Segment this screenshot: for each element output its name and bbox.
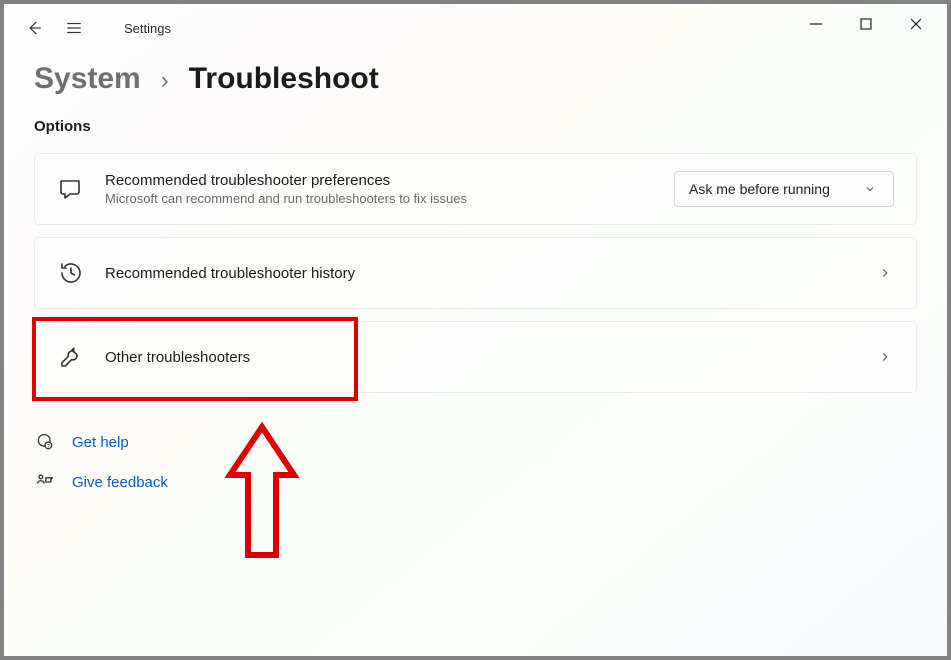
page-title: Troubleshoot xyxy=(189,62,379,96)
hamburger-icon[interactable] xyxy=(64,18,84,38)
history-icon xyxy=(57,261,85,285)
maximize-button[interactable] xyxy=(855,13,877,35)
give-feedback-link[interactable]: Give feedback xyxy=(34,471,917,493)
card-title: Recommended troubleshooter history xyxy=(105,265,876,282)
close-button[interactable] xyxy=(905,13,927,35)
back-icon[interactable] xyxy=(24,18,44,38)
card-recommended-history[interactable]: Recommended troubleshooter history xyxy=(34,237,917,309)
card-body: Recommended troubleshooter history xyxy=(105,265,876,282)
card-subtitle: Microsoft can recommend and run troubles… xyxy=(105,191,674,206)
info-bubble-icon xyxy=(57,177,85,201)
card-title: Recommended troubleshooter preferences xyxy=(105,172,674,189)
chevron-down-icon xyxy=(861,180,879,198)
card-recommended-preferences: Recommended troubleshooter preferences M… xyxy=(34,153,917,225)
options-heading: Options xyxy=(34,118,917,135)
breadcrumb-parent[interactable]: System xyxy=(34,62,141,96)
link-label: Get help xyxy=(72,434,129,451)
card-body: Recommended troubleshooter preferences M… xyxy=(105,172,674,206)
minimize-button[interactable] xyxy=(805,13,827,35)
svg-text:?: ? xyxy=(47,444,50,450)
preferences-dropdown[interactable]: Ask me before running xyxy=(674,171,894,207)
feedback-icon xyxy=(34,471,56,493)
card-body: Other troubleshooters xyxy=(105,349,876,366)
chevron-right-icon xyxy=(876,348,894,366)
get-help-link[interactable]: ? Get help xyxy=(34,431,917,453)
card-other-troubleshooters[interactable]: Other troubleshooters xyxy=(34,321,917,393)
titlebar-left: Settings xyxy=(4,18,171,38)
link-label: Give feedback xyxy=(72,474,168,491)
content-area: System › Troubleshoot Options Recommende… xyxy=(4,52,947,656)
help-links: ? Get help Give feedback xyxy=(34,431,917,493)
titlebar: Settings xyxy=(4,4,947,52)
chevron-right-icon xyxy=(876,264,894,282)
breadcrumb: System › Troubleshoot xyxy=(34,62,917,96)
app-title: Settings xyxy=(124,21,171,36)
card-title: Other troubleshooters xyxy=(105,349,876,366)
wrench-icon xyxy=(57,345,85,369)
dropdown-value: Ask me before running xyxy=(689,181,830,197)
settings-window: Settings System › Troubleshoot Options xyxy=(4,4,947,656)
breadcrumb-separator-icon: › xyxy=(161,67,169,95)
other-card-wrap: Other troubleshooters xyxy=(34,321,917,393)
help-icon: ? xyxy=(34,431,56,453)
window-controls xyxy=(805,4,941,44)
